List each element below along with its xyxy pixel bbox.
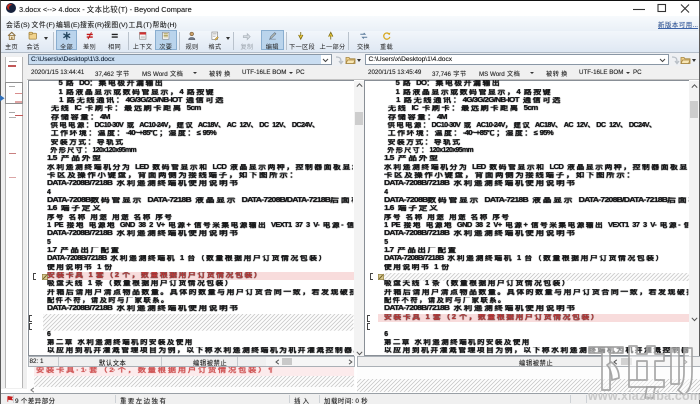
svg-text:www.xiazaiba.com: www.xiazaiba.com [587,389,700,403]
